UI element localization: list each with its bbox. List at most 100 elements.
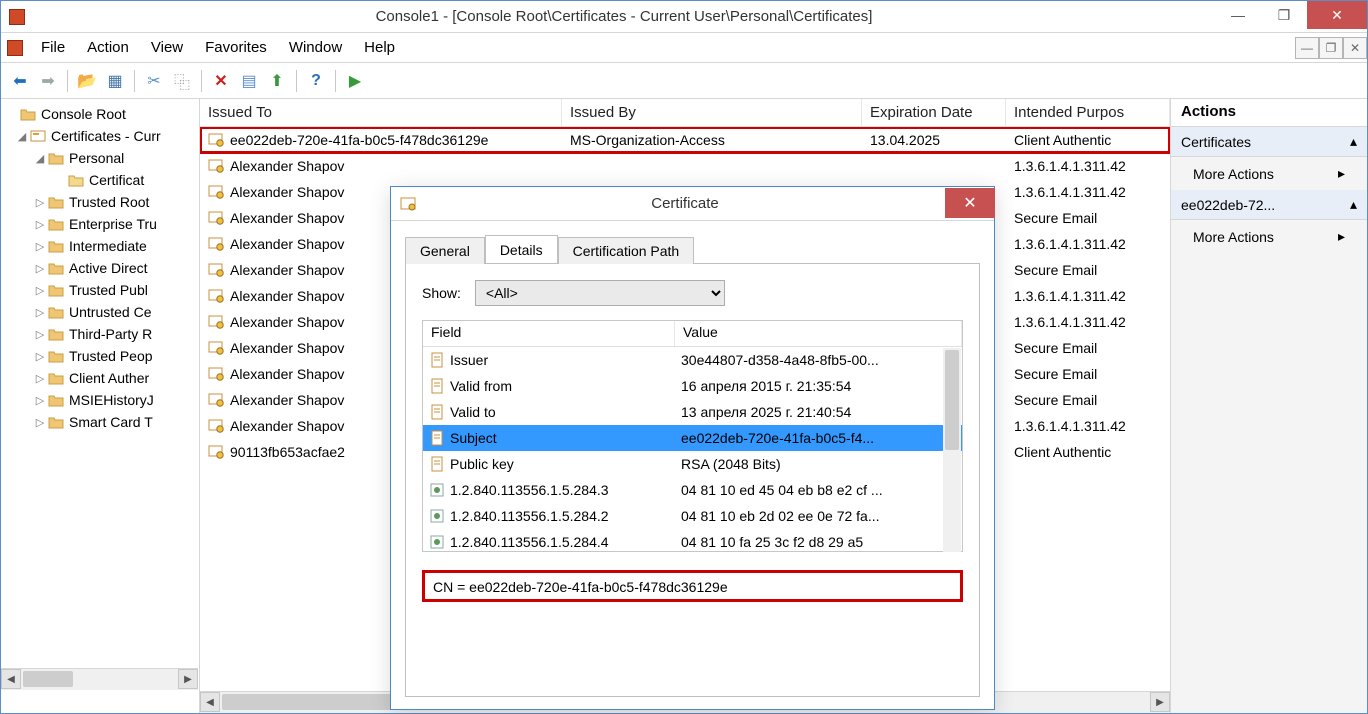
field-name: Valid to xyxy=(450,404,496,420)
show-row: Show: <All> xyxy=(422,280,963,306)
purpose: 1.3.6.1.4.1.311.42 xyxy=(1014,288,1126,304)
fields-vscroll[interactable] xyxy=(943,348,961,552)
issued-to: Alexander Shapov xyxy=(230,340,344,356)
tree-item[interactable]: ▷Untrusted Ce xyxy=(1,301,199,323)
back-button[interactable]: ⬅ xyxy=(7,68,33,94)
dialog-close-button[interactable]: ✕ xyxy=(945,188,995,218)
tree-root[interactable]: Console Root xyxy=(1,103,199,125)
dialog-titlebar[interactable]: Certificate ✕ xyxy=(391,187,994,221)
scroll-right-icon[interactable]: ▶ xyxy=(178,669,198,689)
tab-strip: General Details Certification Path xyxy=(405,233,980,263)
field-row[interactable]: 1.2.840.113556.1.5.284.404 81 10 fa 25 3… xyxy=(423,529,962,551)
tree-item[interactable]: ▷Trusted Publ xyxy=(1,279,199,301)
purpose: Secure Email xyxy=(1014,392,1097,408)
certificate-dialog[interactable]: Certificate ✕ General Details Certificat… xyxy=(390,186,995,710)
scroll-left-icon[interactable]: ◀ xyxy=(200,692,220,712)
menu-window[interactable]: Window xyxy=(279,35,352,60)
tree-label: Trusted Root xyxy=(69,194,149,210)
tree-cert-user[interactable]: ◢Certificates - Curr xyxy=(1,125,199,147)
menu-favorites[interactable]: Favorites xyxy=(195,35,277,60)
tab-details[interactable]: Details xyxy=(485,235,558,263)
tree-certificates[interactable]: Certificat xyxy=(1,169,199,191)
field-row[interactable]: 1.2.840.113556.1.5.284.304 81 10 ed 45 0… xyxy=(423,477,962,503)
cert-icon xyxy=(208,288,226,304)
col-field[interactable]: Field xyxy=(423,321,675,346)
cert-row[interactable]: ee022deb-720e-41fa-b0c5-f478dc36129eMS-O… xyxy=(200,127,1170,153)
app-icon-small xyxy=(7,40,23,56)
cert-row[interactable]: Alexander Shapov1.3.6.1.4.1.311.42 xyxy=(200,153,1170,179)
mdi-buttons: — ❐ ✕ xyxy=(1295,37,1367,59)
show-select[interactable]: <All> xyxy=(475,280,725,306)
tree-item[interactable]: ▷MSIEHistoryJ xyxy=(1,389,199,411)
tree-item[interactable]: ▷Smart Card T xyxy=(1,411,199,433)
field-row[interactable]: 1.2.840.113556.1.5.284.204 81 10 eb 2d 0… xyxy=(423,503,962,529)
fields-listview[interactable]: Field Value Issuer30e44807-d358-4a48-8fb… xyxy=(422,320,963,552)
actions-section-item[interactable]: ee022deb-72...▴ xyxy=(1171,190,1367,220)
tree-item[interactable]: ▷Client Auther xyxy=(1,367,199,389)
tab-certification-path[interactable]: Certification Path xyxy=(558,237,695,264)
col-expiration[interactable]: Expiration Date xyxy=(862,99,1006,126)
issued-to: ee022deb-720e-41fa-b0c5-f478dc36129e xyxy=(230,132,488,148)
field-row[interactable]: Public keyRSA (2048 Bits) xyxy=(423,451,962,477)
delete-icon[interactable]: ✕ xyxy=(208,68,234,94)
field-value: 04 81 10 fa 25 3c f2 d8 29 a5 xyxy=(681,534,863,550)
col-purpose[interactable]: Intended Purpos xyxy=(1006,99,1170,126)
mdi-restore[interactable]: ❐ xyxy=(1319,37,1343,59)
purpose: Client Authentic xyxy=(1014,444,1111,460)
mdi-minimize[interactable]: — xyxy=(1295,37,1319,59)
purpose: Client Authentic xyxy=(1014,132,1111,148)
tree-pane[interactable]: Console Root ◢Certificates - Curr ◢Perso… xyxy=(1,99,200,713)
help-icon[interactable]: ? xyxy=(303,68,329,94)
actions-more-2[interactable]: More Actions▸ xyxy=(1171,220,1367,253)
actions-pane: Actions Certificates▴ More Actions▸ ee02… xyxy=(1171,99,1367,713)
tree-hscroll[interactable]: ◀ ▶ xyxy=(1,668,198,690)
tree-item[interactable]: ▷Active Direct xyxy=(1,257,199,279)
grid-icon[interactable]: ▤ xyxy=(236,68,262,94)
up-icon[interactable]: 📂 xyxy=(74,68,100,94)
col-issued-by[interactable]: Issued By xyxy=(562,99,862,126)
tree-personal[interactable]: ◢Personal xyxy=(1,147,199,169)
purpose: 1.3.6.1.4.1.311.42 xyxy=(1014,236,1126,252)
field-row[interactable]: Issuer30e44807-d358-4a48-8fb5-00... xyxy=(423,347,962,373)
tree-item[interactable]: ▷Trusted Root xyxy=(1,191,199,213)
close-button[interactable]: ✕ xyxy=(1307,1,1367,29)
field-row[interactable]: Subjectee022deb-720e-41fa-b0c5-f4... xyxy=(423,425,962,451)
cut-icon[interactable]: ✂ xyxy=(141,68,167,94)
cert-icon xyxy=(208,444,226,460)
col-value[interactable]: Value xyxy=(675,321,962,346)
window-buttons: — ❐ ✕ xyxy=(1215,1,1367,32)
run-icon[interactable]: ▶ xyxy=(342,68,368,94)
scroll-thumb[interactable] xyxy=(945,350,959,450)
menu-file[interactable]: File xyxy=(31,35,75,60)
mdi-close[interactable]: ✕ xyxy=(1343,37,1367,59)
scroll-thumb[interactable] xyxy=(23,671,73,687)
field-detail-text[interactable]: CN = ee022deb-720e-41fa-b0c5-f478dc36129… xyxy=(433,579,952,595)
field-value: ee022deb-720e-41fa-b0c5-f4... xyxy=(681,430,874,446)
tree-item[interactable]: ▷Trusted Peop xyxy=(1,345,199,367)
menu-action[interactable]: Action xyxy=(77,35,139,60)
field-row[interactable]: Valid from16 апреля 2015 г. 21:35:54 xyxy=(423,373,962,399)
field-name: 1.2.840.113556.1.5.284.2 xyxy=(450,508,609,524)
copy-icon[interactable]: ⿻ xyxy=(169,68,195,94)
forward-button[interactable]: ➡ xyxy=(35,68,61,94)
maximize-button[interactable]: ❐ xyxy=(1261,1,1307,29)
menu-view[interactable]: View xyxy=(141,35,193,60)
scroll-left-icon[interactable]: ◀ xyxy=(1,669,21,689)
export-icon[interactable]: ⬆ xyxy=(264,68,290,94)
tab-general[interactable]: General xyxy=(405,237,485,264)
menu-help[interactable]: Help xyxy=(354,35,405,60)
titlebar[interactable]: Console1 - [Console Root\Certificates - … xyxy=(1,1,1367,33)
minimize-button[interactable]: — xyxy=(1215,1,1261,29)
tree-item[interactable]: ▷Third-Party R xyxy=(1,323,199,345)
properties-icon[interactable]: ▦ xyxy=(102,68,128,94)
tree-item[interactable]: ▷Intermediate xyxy=(1,235,199,257)
scroll-right-icon[interactable]: ▶ xyxy=(1150,692,1170,712)
field-row[interactable]: Valid to13 апреля 2025 г. 21:40:54 xyxy=(423,399,962,425)
purpose: Secure Email xyxy=(1014,366,1097,382)
actions-section-certificates[interactable]: Certificates▴ xyxy=(1171,127,1367,157)
col-issued-to[interactable]: Issued To xyxy=(200,99,562,126)
cert-icon xyxy=(208,262,226,278)
tree-item[interactable]: ▷Enterprise Tru xyxy=(1,213,199,235)
actions-more-1[interactable]: More Actions▸ xyxy=(1171,157,1367,190)
issued-to: Alexander Shapov xyxy=(230,314,344,330)
